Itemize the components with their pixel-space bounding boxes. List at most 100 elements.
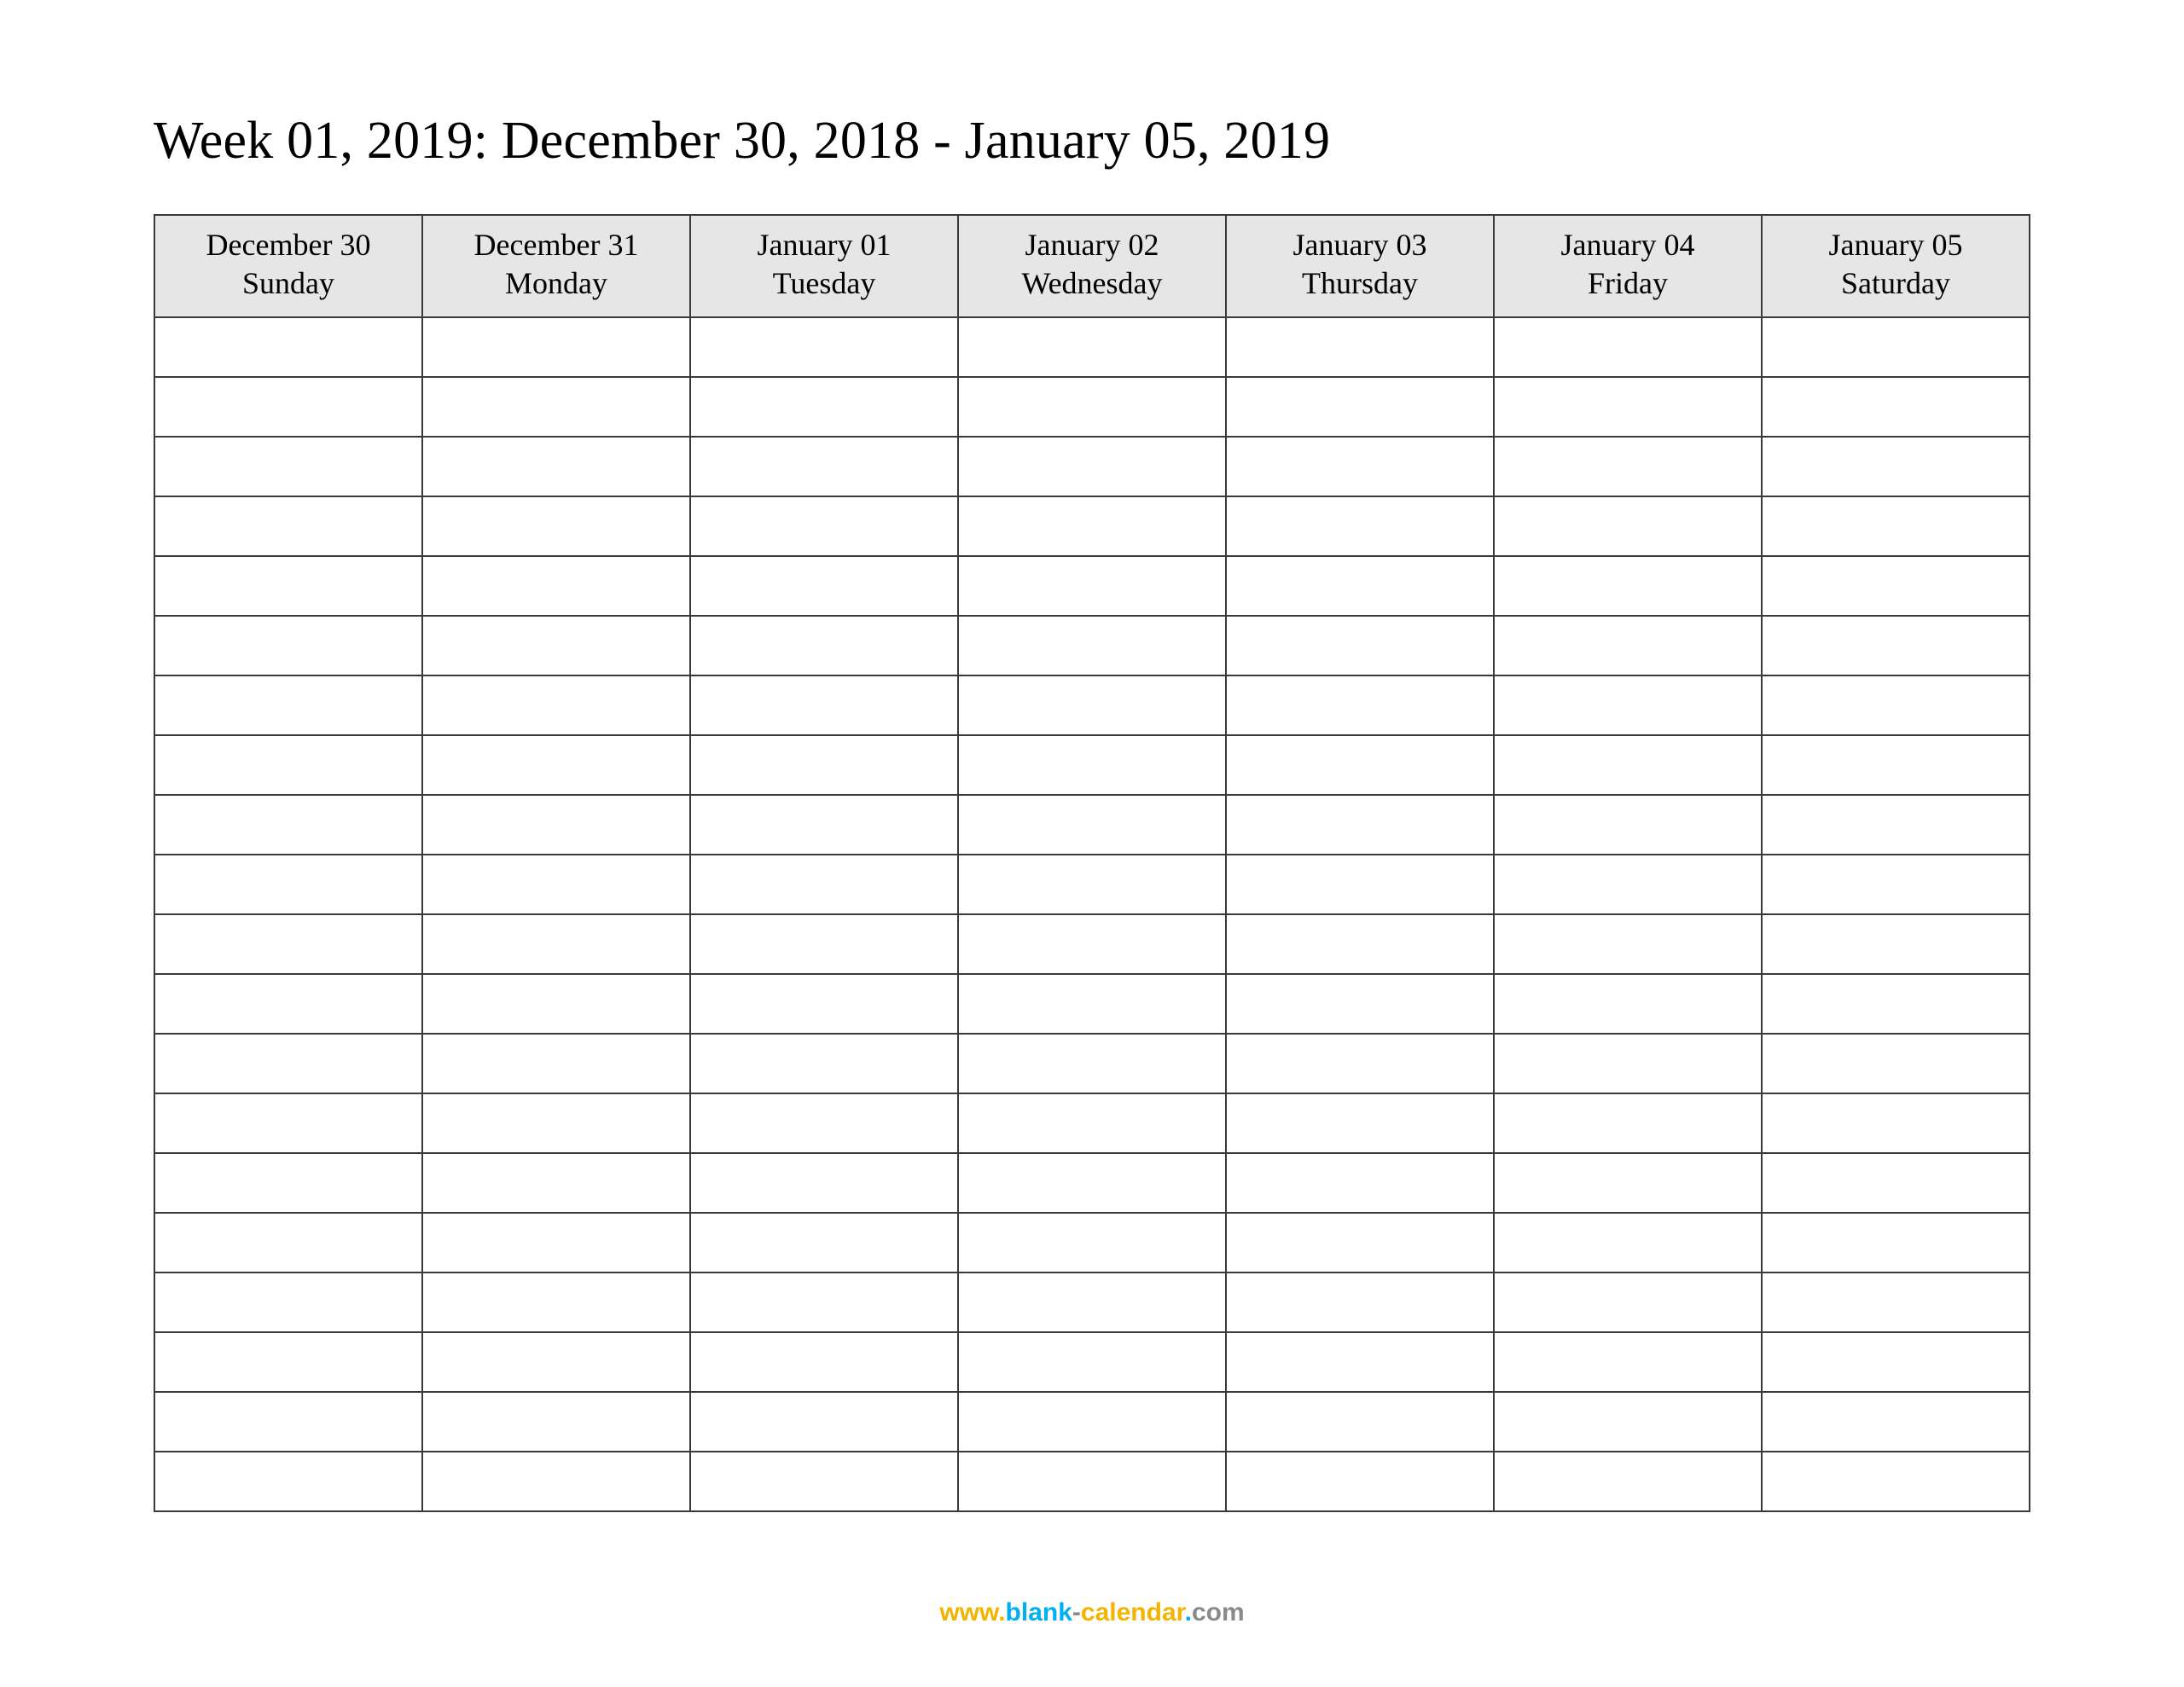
- table-row: [154, 1213, 2030, 1272]
- empty-cell: [1494, 1153, 1762, 1213]
- empty-cell: [690, 317, 958, 377]
- empty-cell: [690, 1093, 958, 1153]
- empty-cell: [422, 1452, 690, 1511]
- empty-cell: [1494, 437, 1762, 496]
- empty-cell: [1494, 675, 1762, 735]
- empty-cell: [958, 1272, 1226, 1332]
- empty-cell: [1226, 914, 1494, 974]
- empty-cell: [1226, 974, 1494, 1034]
- empty-cell: [422, 616, 690, 675]
- table-row: [154, 616, 2030, 675]
- empty-cell: [1762, 496, 2030, 556]
- empty-cell: [154, 1392, 422, 1452]
- empty-cell: [154, 317, 422, 377]
- empty-cell: [422, 735, 690, 795]
- empty-cell: [1762, 437, 2030, 496]
- empty-cell: [1226, 377, 1494, 437]
- empty-cell: [958, 1034, 1226, 1093]
- empty-cell: [1762, 735, 2030, 795]
- empty-cell: [1226, 317, 1494, 377]
- empty-cell: [690, 1452, 958, 1511]
- table-row: [154, 317, 2030, 377]
- empty-cell: [1494, 556, 1762, 616]
- col-date: January 02: [962, 226, 1222, 264]
- footer-dash: -: [1072, 1598, 1081, 1626]
- empty-cell: [1226, 1272, 1494, 1332]
- empty-cell: [958, 556, 1226, 616]
- empty-cell: [1226, 496, 1494, 556]
- footer-url: www.blank-calendar.com: [0, 1598, 2184, 1627]
- empty-cell: [1494, 1452, 1762, 1511]
- weekly-calendar-table: December 30 Sunday December 31 Monday Ja…: [154, 214, 2030, 1512]
- empty-cell: [1762, 1034, 2030, 1093]
- empty-cell: [1494, 1272, 1762, 1332]
- table-row: [154, 675, 2030, 735]
- empty-cell: [422, 1153, 690, 1213]
- empty-cell: [1226, 437, 1494, 496]
- footer-dot: .: [1185, 1598, 1192, 1626]
- empty-cell: [1762, 377, 2030, 437]
- table-row: [154, 1332, 2030, 1392]
- empty-cell: [154, 675, 422, 735]
- empty-cell: [1494, 377, 1762, 437]
- table-row: [154, 1093, 2030, 1153]
- empty-cell: [422, 1272, 690, 1332]
- empty-cell: [1226, 795, 1494, 855]
- empty-cell: [154, 1272, 422, 1332]
- empty-cell: [690, 1153, 958, 1213]
- empty-cell: [154, 795, 422, 855]
- empty-cell: [1762, 556, 2030, 616]
- col-day: Saturday: [1766, 264, 2025, 303]
- empty-cell: [154, 1213, 422, 1272]
- empty-cell: [690, 556, 958, 616]
- empty-cell: [1494, 616, 1762, 675]
- empty-cell: [690, 437, 958, 496]
- empty-cell: [422, 496, 690, 556]
- empty-cell: [1226, 1213, 1494, 1272]
- empty-cell: [690, 735, 958, 795]
- col-date: December 30: [159, 226, 418, 264]
- empty-cell: [690, 974, 958, 1034]
- empty-cell: [1762, 914, 2030, 974]
- empty-cell: [154, 1093, 422, 1153]
- empty-cell: [154, 735, 422, 795]
- col-date: January 03: [1230, 226, 1490, 264]
- col-day: Thursday: [1230, 264, 1490, 303]
- col-header-tuesday: January 01 Tuesday: [690, 215, 958, 317]
- empty-cell: [422, 437, 690, 496]
- empty-cell: [154, 974, 422, 1034]
- calendar-body: [154, 317, 2030, 1511]
- empty-cell: [1762, 1392, 2030, 1452]
- footer-www: www.: [939, 1598, 1005, 1626]
- empty-cell: [422, 317, 690, 377]
- empty-cell: [422, 1213, 690, 1272]
- empty-cell: [1762, 1213, 2030, 1272]
- empty-cell: [1226, 675, 1494, 735]
- table-row: [154, 855, 2030, 914]
- empty-cell: [1762, 1093, 2030, 1153]
- empty-cell: [1226, 1034, 1494, 1093]
- empty-cell: [422, 974, 690, 1034]
- empty-cell: [1226, 855, 1494, 914]
- empty-cell: [422, 1093, 690, 1153]
- empty-cell: [1494, 914, 1762, 974]
- col-header-friday: January 04 Friday: [1494, 215, 1762, 317]
- col-day: Tuesday: [694, 264, 954, 303]
- empty-cell: [154, 377, 422, 437]
- empty-cell: [1226, 735, 1494, 795]
- col-date: January 04: [1498, 226, 1757, 264]
- empty-cell: [1762, 974, 2030, 1034]
- col-day: Wednesday: [962, 264, 1222, 303]
- empty-cell: [1226, 1093, 1494, 1153]
- empty-cell: [1494, 1034, 1762, 1093]
- empty-cell: [958, 1213, 1226, 1272]
- table-row: [154, 795, 2030, 855]
- page-title: Week 01, 2019: December 30, 2018 - Janua…: [154, 111, 2030, 171]
- empty-cell: [1226, 616, 1494, 675]
- empty-cell: [958, 1332, 1226, 1392]
- empty-cell: [1762, 795, 2030, 855]
- empty-cell: [958, 675, 1226, 735]
- empty-cell: [958, 317, 1226, 377]
- empty-cell: [154, 1332, 422, 1392]
- empty-cell: [690, 496, 958, 556]
